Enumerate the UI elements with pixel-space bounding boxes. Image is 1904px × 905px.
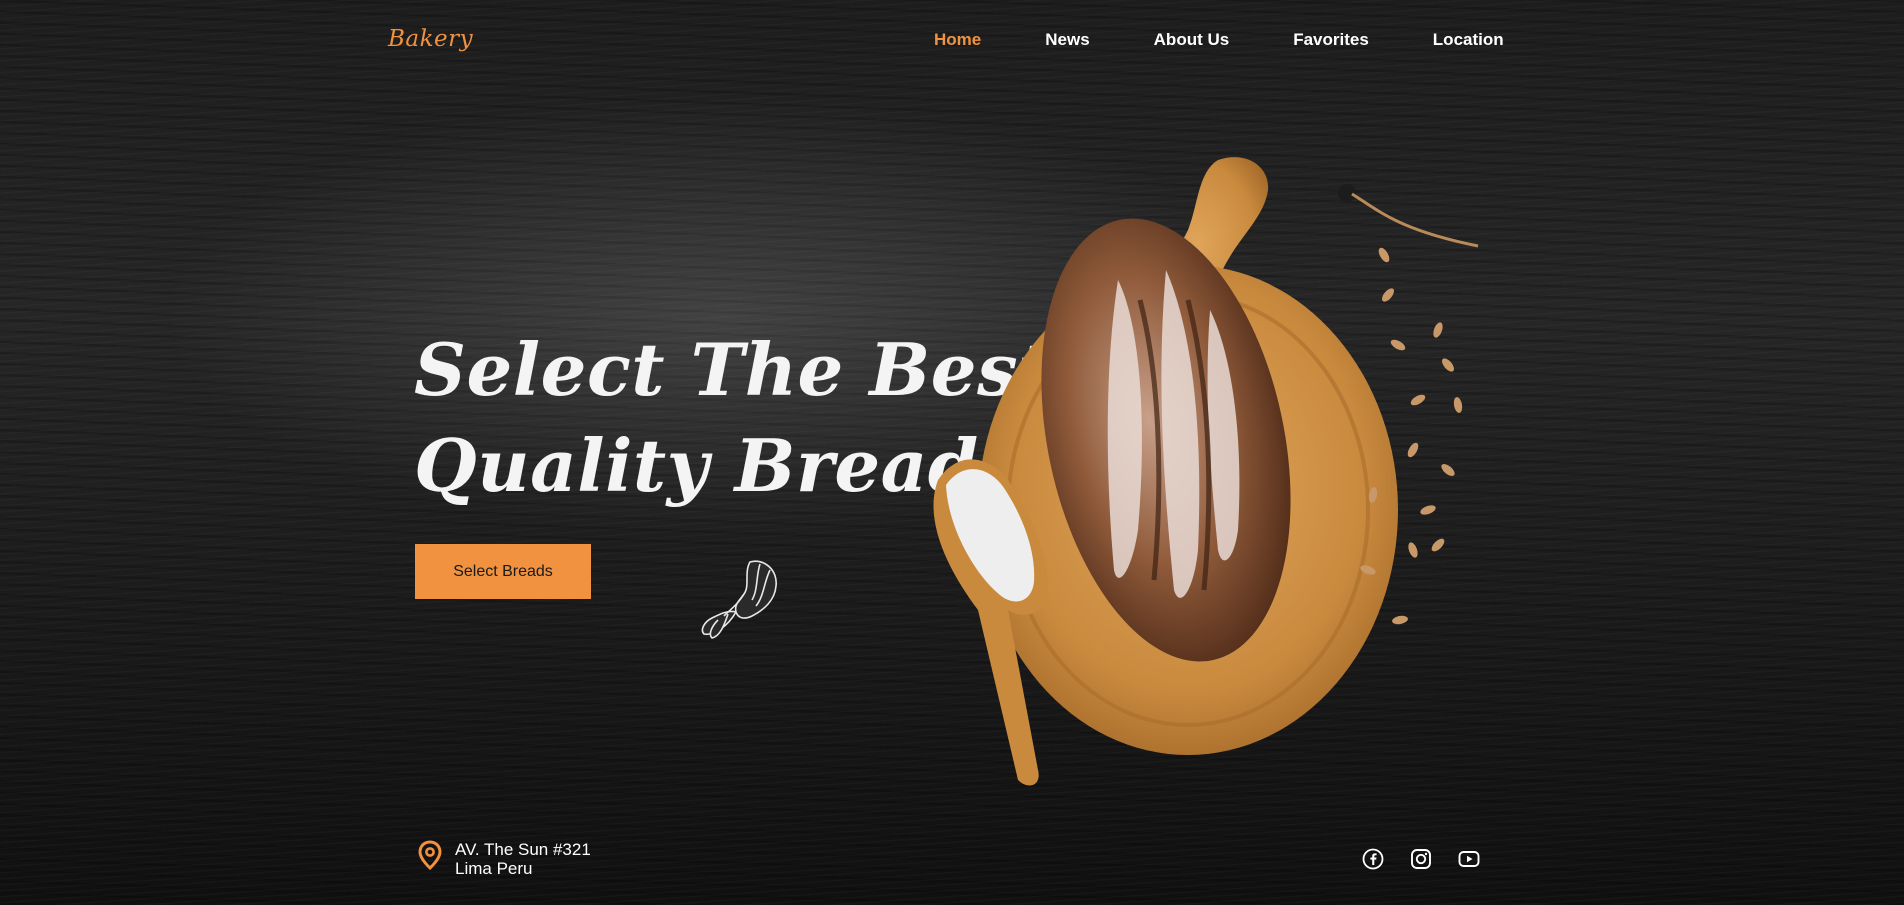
- nav-favorites[interactable]: Favorites: [1293, 30, 1369, 50]
- nav-location[interactable]: Location: [1433, 30, 1504, 50]
- croissant-illustration: [701, 560, 777, 639]
- address-line2: Lima Peru: [455, 859, 533, 878]
- youtube-icon[interactable]: [1458, 848, 1480, 870]
- location-pin-icon: [418, 840, 442, 870]
- address-line1: AV. The Sun #321: [455, 840, 591, 859]
- select-breads-button[interactable]: Select Breads: [415, 544, 591, 599]
- nav-news[interactable]: News: [1045, 30, 1089, 50]
- main-nav: Home News About Us Favorites Location: [934, 30, 1504, 50]
- store-address: AV. The Sun #321 Lima Peru: [417, 840, 591, 878]
- nav-home[interactable]: Home: [934, 30, 981, 50]
- bread-board-illustration: [933, 157, 1479, 786]
- facebook-icon[interactable]: [1362, 848, 1384, 870]
- brand-logo[interactable]: Bakery: [388, 26, 473, 52]
- social-links: [1362, 848, 1480, 870]
- nav-about-us[interactable]: About Us: [1154, 30, 1230, 50]
- instagram-icon[interactable]: [1410, 848, 1432, 870]
